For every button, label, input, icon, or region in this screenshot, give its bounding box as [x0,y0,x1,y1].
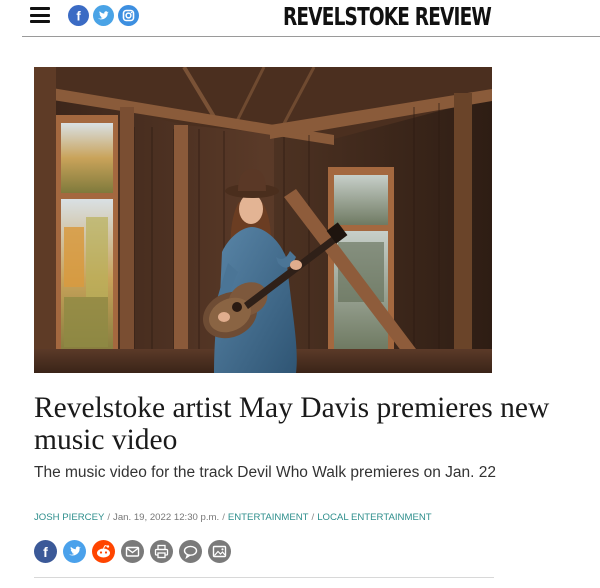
share-email-icon[interactable] [121,540,144,563]
header-divider [22,36,600,37]
byline-separator: / [311,512,315,523]
article-byline: JOSH PIERCEY / Jan. 19, 2022 12:30 p.m. / EN… [34,512,432,524]
byline-separator: / [222,512,225,523]
share-print-icon[interactable] [150,540,173,563]
facebook-icon[interactable]: f [68,5,89,26]
section-divider [34,577,494,578]
article-headline: Revelstoke artist May Davis premieres ne… [34,392,550,456]
byline-separator: / [107,512,111,523]
svg-text:f: f [76,9,81,24]
share-reddit-icon[interactable] [92,540,115,563]
site-header: f REVELSTOKE REVIEW [0,0,600,38]
instagram-icon[interactable] [118,5,139,26]
hamburger-menu-icon[interactable] [30,7,50,23]
site-masthead[interactable]: REVELSTOKE REVIEW [283,2,492,32]
category-link-entertainment[interactable]: ENTERTAINMENT [228,512,309,523]
article-subhead: The music video for the track Devil Who … [34,464,497,481]
share-gallery-icon[interactable] [208,540,231,563]
category-link-local-entertainment[interactable]: LOCAL ENTERTAINMENT [317,512,431,523]
share-twitter-icon[interactable] [63,540,86,563]
author-link[interactable]: JOSH PIERCEY [34,512,104,523]
share-facebook-icon[interactable]: f [34,540,57,563]
publish-date: Jan. 19, 2022 12:30 p.m. [113,512,220,523]
twitter-icon[interactable] [93,5,114,26]
svg-text:f: f [43,544,48,560]
article-hero-image[interactable] [34,67,492,373]
share-comment-icon[interactable] [179,540,202,563]
